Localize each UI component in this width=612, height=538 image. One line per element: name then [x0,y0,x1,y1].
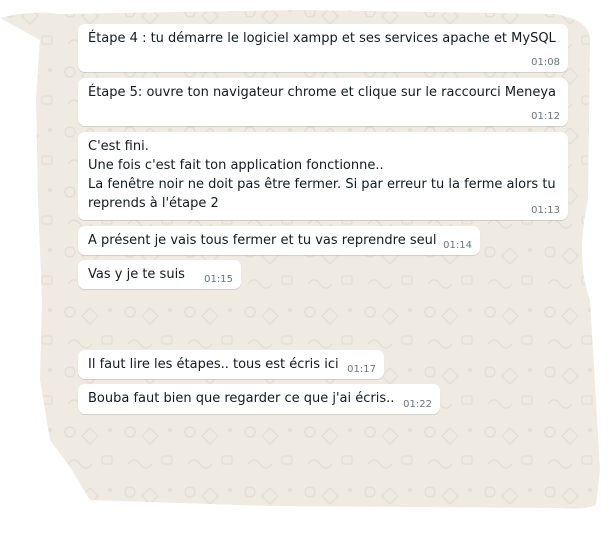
message-text: A présent je vais tous fermer et tu vas … [88,233,437,248]
message-text: Bouba faut bien que regarder ce que j'ai… [88,391,395,406]
message-bubble[interactable]: Étape 5: ouvre ton navigateur chrome et … [78,78,568,126]
message-time: 01:08 [531,57,560,68]
message-text: C'est fini. Une fois c'est fait ton appl… [88,139,556,211]
message-time: 01:17 [347,364,376,375]
message-time: 01:13 [531,205,560,216]
message-bubble[interactable]: A présent je vais tous fermer et tu vas … [78,226,480,255]
message-text: Étape 4 : tu démarre le logiciel xampp e… [88,31,556,46]
message-text: Étape 5: ouvre ton navigateur chrome et … [88,85,556,100]
message-time: 01:12 [531,111,560,122]
message-time: 01:22 [403,399,432,410]
message-bubble[interactable]: Vas y je te suis 01:15 [78,260,241,289]
message-time: 01:15 [204,274,233,285]
message-time: 01:14 [443,240,472,251]
message-text: Il faut lire les étapes.. tous est écris… [88,357,339,372]
message-bubble[interactable]: Il faut lire les étapes.. tous est écris… [78,350,384,379]
message-bubble[interactable]: C'est fini. Une fois c'est fait ton appl… [78,132,568,220]
message-bubble[interactable]: Bouba faut bien que regarder ce que j'ai… [78,384,440,414]
message-bubble[interactable]: Étape 4 : tu démarre le logiciel xampp e… [78,24,568,72]
